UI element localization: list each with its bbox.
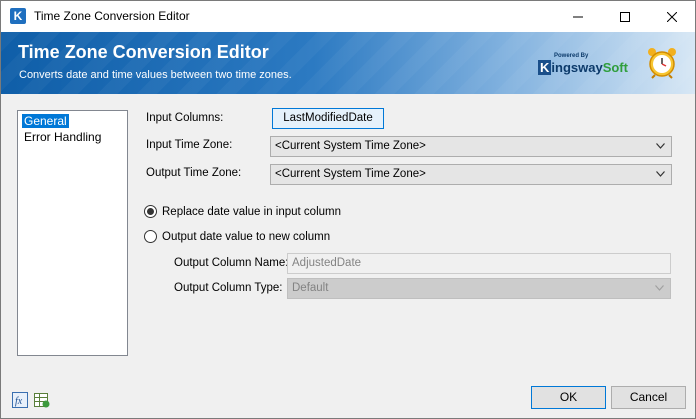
output-time-zone-value: <Current System Time Zone> (275, 168, 426, 180)
new-column-radio[interactable]: Output date value to new column (144, 230, 330, 243)
minimize-button[interactable] (555, 1, 601, 32)
dialog-window: K Time Zone Conversion Editor Time Zone … (0, 0, 696, 419)
navigation-tree: General Error Handling (17, 110, 128, 356)
header-banner: Time Zone Conversion Editor Converts dat… (1, 32, 695, 94)
replace-date-radio[interactable]: Replace date value in input column (144, 205, 341, 218)
close-button[interactable] (649, 1, 695, 32)
expression-fx-icon[interactable]: fx (12, 392, 28, 408)
variables-grid-icon[interactable] (34, 392, 50, 408)
new-column-radio-label: Output date value to new column (162, 230, 331, 243)
radio-unchecked-icon (144, 230, 157, 243)
logo-powered-by: Powered By (554, 53, 589, 59)
logo-wordmark: KingswaySoft (538, 60, 628, 75)
chevron-down-icon (656, 143, 665, 149)
cancel-button[interactable]: Cancel (611, 386, 686, 409)
replace-date-radio-label: Replace date value in input column (162, 205, 342, 218)
alarm-clock-icon (648, 48, 676, 79)
output-time-zone-label: Output Time Zone: (146, 167, 242, 179)
maximize-button[interactable] (602, 1, 648, 32)
input-time-zone-label: Input Time Zone: (146, 139, 233, 151)
output-column-type-label: Output Column Type: (174, 282, 283, 294)
tree-item-general[interactable]: General (22, 114, 69, 128)
output-column-name-label: Output Column Name: (174, 257, 289, 269)
maximize-icon (620, 11, 630, 22)
ok-button[interactable]: OK (531, 386, 606, 409)
chevron-down-icon (656, 171, 665, 177)
close-icon (667, 11, 677, 22)
banner-title: Time Zone Conversion Editor (18, 42, 269, 62)
title-bar: K Time Zone Conversion Editor (1, 1, 695, 32)
kingswaysoft-app-icon: K (10, 8, 26, 24)
output-time-zone-select[interactable]: <Current System Time Zone> (270, 164, 672, 185)
kingswaysoft-logo: Powered By KingswaySoft (536, 44, 631, 84)
radio-checked-icon (144, 205, 157, 218)
minimize-icon (573, 16, 583, 17)
output-column-type-value: Default (292, 282, 329, 294)
banner-subtitle: Converts date and time values between tw… (19, 69, 292, 81)
window-title: Time Zone Conversion Editor (34, 9, 190, 23)
output-column-type-select[interactable]: Default (287, 278, 671, 299)
input-columns-button[interactable]: LastModifiedDate (272, 108, 384, 129)
output-column-name-input[interactable]: AdjustedDate (287, 253, 671, 274)
input-time-zone-select[interactable]: <Current System Time Zone> (270, 136, 672, 157)
tree-item-error-handling[interactable]: Error Handling (22, 130, 103, 144)
input-time-zone-value: <Current System Time Zone> (275, 140, 426, 152)
svg-text:fx: fx (15, 396, 23, 407)
input-columns-label: Input Columns: (146, 112, 224, 124)
chevron-down-icon (655, 285, 664, 291)
